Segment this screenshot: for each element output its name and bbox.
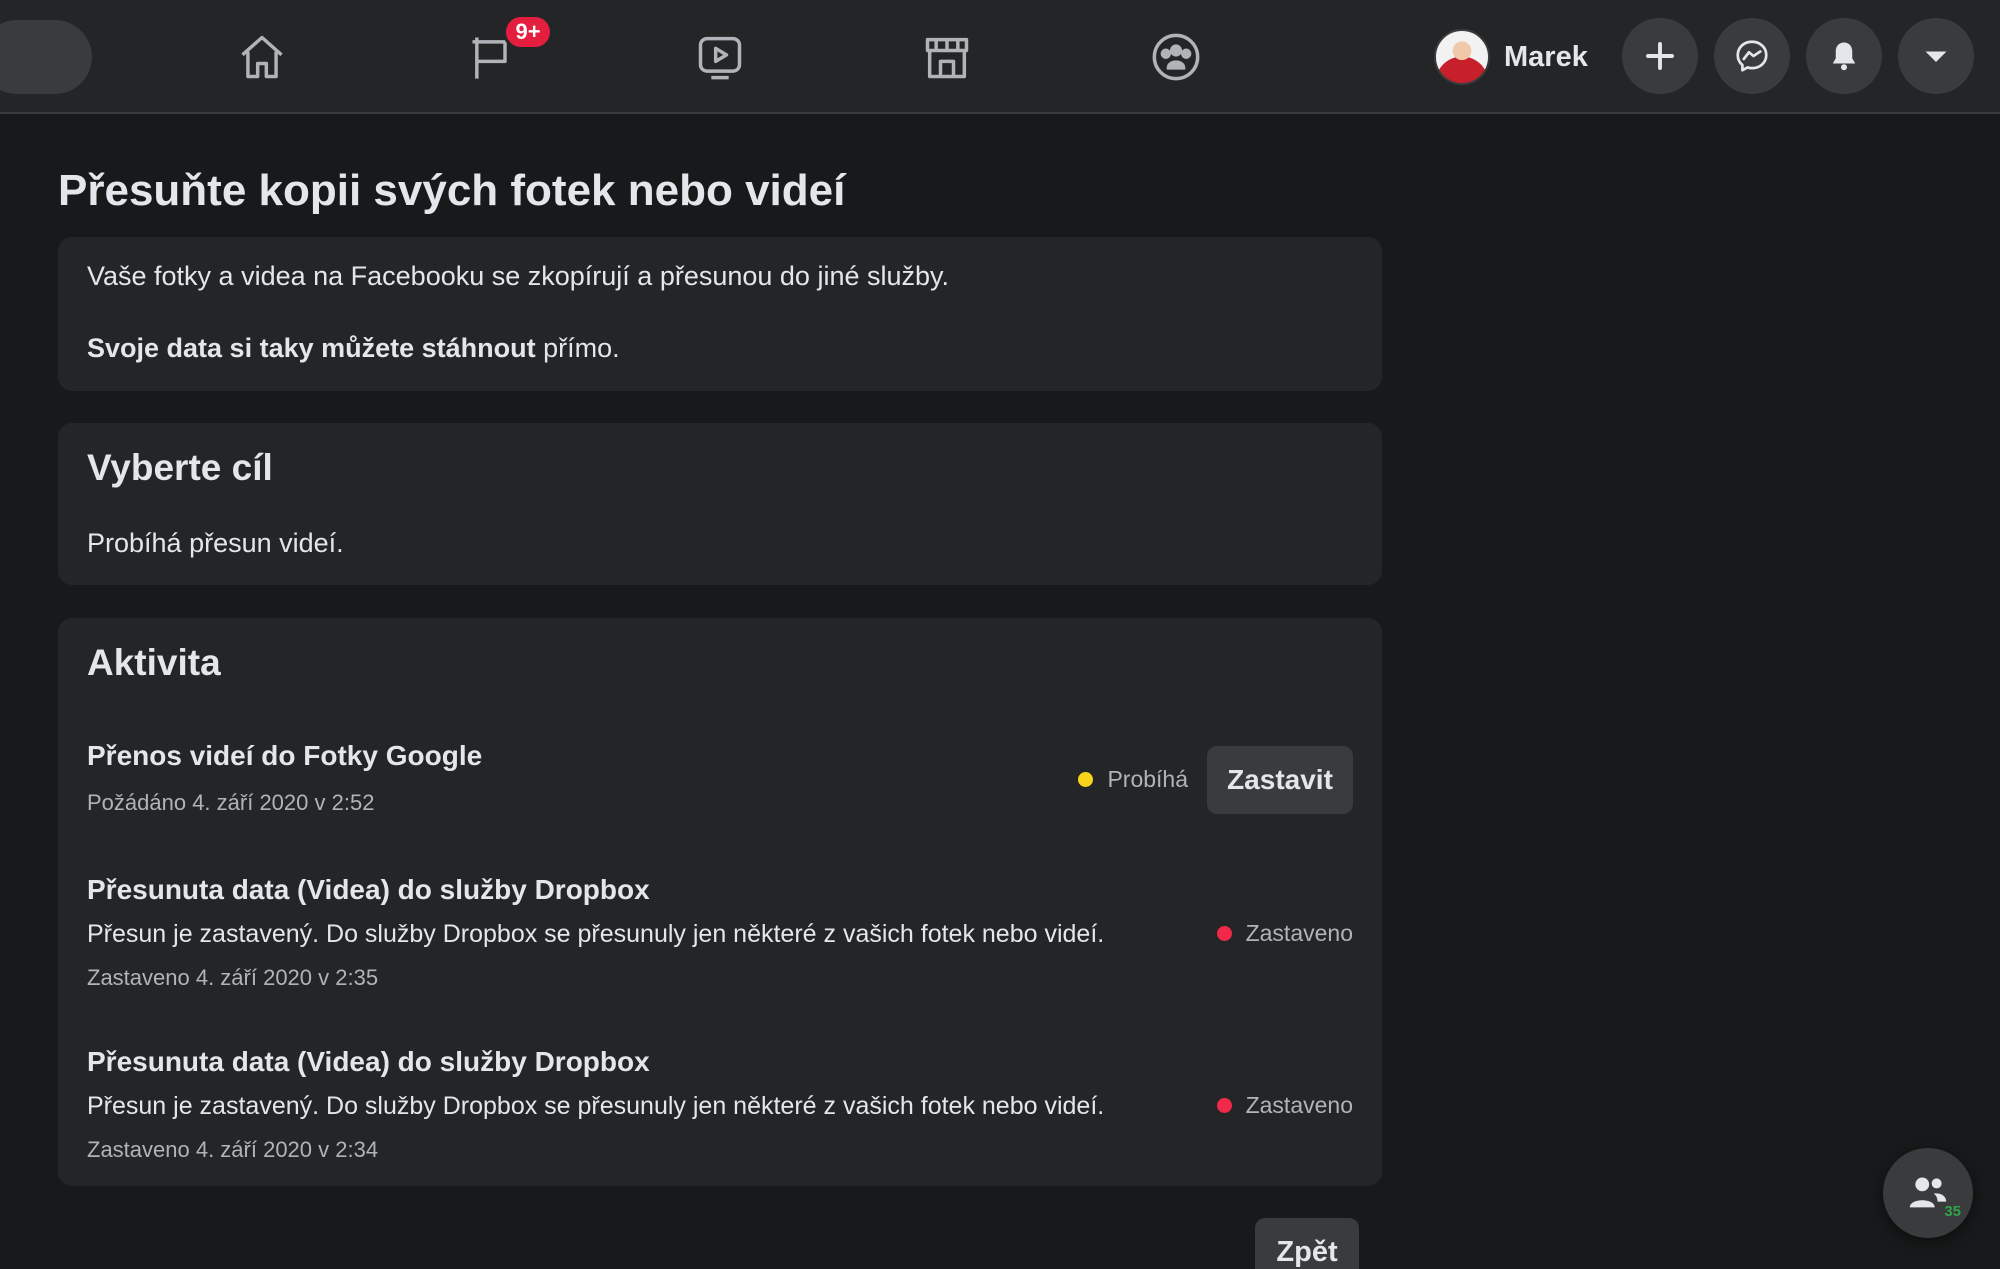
- status-label: Zastaveno: [1245, 1092, 1353, 1118]
- activity-item-title: Přesunuta data (Videa) do služby Dropbox: [87, 874, 650, 905]
- avatar: [1434, 29, 1490, 85]
- activity-item-meta: Požádáno 4. září 2020 v 2:52: [87, 790, 375, 815]
- activity-item-description: Přesun je zastavený. Do služby Dropbox s…: [87, 920, 1105, 948]
- activity-item-meta: Zastaveno 4. září 2020 v 2:34: [87, 1137, 379, 1162]
- intro-description: Vaše fotky a videa na Facebooku se zkopí…: [87, 261, 950, 291]
- activity-card: Aktivita Přenos videí do Fotky Google Po…: [58, 618, 1382, 1186]
- download-data-link[interactable]: Svoje data si taky můžete stáhnout: [87, 333, 536, 363]
- status-label: Zastaveno: [1245, 920, 1353, 946]
- top-navigation-bar: 9+ Marek: [0, 0, 2000, 114]
- home-icon: [241, 35, 283, 79]
- target-status-text: Probíhá přesun videí.: [87, 528, 344, 558]
- status-badge: Probíhá: [1078, 766, 1188, 793]
- account-menu-button[interactable]: [1898, 18, 1974, 94]
- create-button[interactable]: [1622, 18, 1698, 94]
- activity-item-title: Přesunuta data (Videa) do služby Dropbox: [87, 1046, 650, 1077]
- activity-heading: Aktivita: [87, 642, 221, 683]
- plus-icon: [1646, 42, 1674, 70]
- nav-marketplace[interactable]: [911, 24, 983, 90]
- notifications-badge: 9+: [503, 14, 553, 50]
- messenger-button[interactable]: [1714, 18, 1790, 94]
- activity-item-meta: Zastaveno 4. září 2020 v 2:35: [87, 965, 379, 990]
- marketplace-icon: [925, 37, 969, 79]
- status-badge: Zastaveno: [1216, 1092, 1353, 1119]
- profile-name: Marek: [1504, 40, 1588, 73]
- stop-transfer-button[interactable]: Zastavit: [1207, 746, 1353, 814]
- activity-item-title: Přenos videí do Fotky Google: [87, 740, 483, 771]
- download-suffix: přímo.: [535, 333, 620, 363]
- contacts-button[interactable]: 35: [1883, 1148, 1973, 1238]
- online-contacts-count: 35: [1944, 1203, 1961, 1220]
- nav-home[interactable]: [226, 24, 298, 90]
- target-card: Vyberte cíl Probíhá přesun videí.: [58, 423, 1382, 585]
- nav-watch[interactable]: [684, 24, 756, 90]
- profile-link[interactable]: Marek: [1434, 26, 1588, 88]
- status-dot-red: [1216, 926, 1232, 941]
- watch-video-icon: [698, 36, 742, 80]
- status-badge: Zastaveno: [1216, 920, 1353, 947]
- groups-icon: [1152, 33, 1200, 81]
- bell-icon: [1832, 42, 1856, 71]
- download-line: Svoje data si taky můžete stáhnout přímo…: [87, 333, 620, 364]
- caret-down-icon: [1925, 51, 1947, 62]
- messenger-icon: [1736, 40, 1768, 72]
- search-pill[interactable]: [0, 20, 92, 94]
- nav-groups[interactable]: [1140, 24, 1212, 90]
- target-heading: Vyberte cíl: [87, 447, 273, 488]
- intro-card: Vaše fotky a videa na Facebooku se zkopí…: [58, 237, 1382, 391]
- activity-item-description: Přesun je zastavený. Do služby Dropbox s…: [87, 1092, 1105, 1120]
- status-dot-yellow: [1078, 772, 1094, 787]
- page-title: Přesuňte kopii svých fotek nebo videí: [58, 166, 846, 215]
- status-dot-red: [1216, 1098, 1232, 1113]
- status-label: Probíhá: [1107, 766, 1188, 792]
- notifications-button[interactable]: [1806, 18, 1882, 94]
- back-button[interactable]: Zpět: [1255, 1218, 1359, 1269]
